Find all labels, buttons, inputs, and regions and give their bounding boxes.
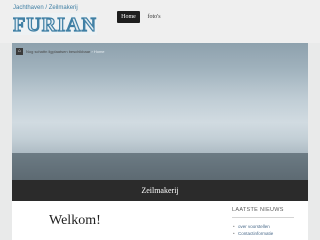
logo-wordmark: FURIAN bbox=[13, 13, 97, 35]
bullet-icon: • bbox=[233, 224, 235, 229]
section-banner: Zeilmakerij bbox=[12, 180, 308, 201]
sidebar-title: LAATSTE NIEUWS bbox=[232, 207, 284, 213]
banner-title: Zeilmakerij bbox=[141, 186, 179, 195]
breadcrumb-trail[interactable]: Home bbox=[94, 49, 105, 54]
sidebar: LAATSTE NIEUWS • over voorstellen • Cont… bbox=[232, 207, 302, 237]
news-item-label[interactable]: over voorstellen bbox=[238, 224, 270, 229]
logo-tagline: Jachthaven / Zeilmakerij bbox=[13, 5, 78, 11]
nav-item-fotos[interactable]: foto's bbox=[144, 11, 164, 23]
breadcrumb-text: Nog schattn ligplaatsen beschikbaar › Ho… bbox=[26, 48, 105, 55]
site-logo[interactable]: Jachthaven / Zeilmakerij FURIAN bbox=[13, 5, 100, 36]
home-icon[interactable]: ⌂ bbox=[16, 48, 23, 55]
hero-image: ⌂ Nog schattn ligplaatsen beschikbaar › … bbox=[12, 43, 308, 180]
news-item[interactable]: • over voorstellen bbox=[232, 223, 302, 230]
page-heading: Welkom! bbox=[49, 213, 101, 228]
main-content: Welkom! LAATSTE NIEUWS • over voorstelle… bbox=[12, 201, 308, 240]
site-header: Jachthaven / Zeilmakerij FURIAN Home fot… bbox=[0, 0, 320, 43]
news-item-label[interactable]: Contactinformatie bbox=[238, 231, 273, 236]
sidebar-divider bbox=[232, 217, 294, 218]
news-item[interactable]: • Contactinformatie bbox=[232, 230, 302, 237]
breadcrumb-message: Nog schattn ligplaatsen beschikbaar bbox=[26, 49, 91, 54]
news-list: • over voorstellen • Contactinformatie bbox=[232, 223, 302, 237]
logo-wordmark-text: FURIAN bbox=[13, 14, 97, 35]
nav-item-home[interactable]: Home bbox=[117, 11, 140, 23]
bullet-icon: • bbox=[233, 231, 235, 236]
hero-sea bbox=[12, 153, 308, 180]
